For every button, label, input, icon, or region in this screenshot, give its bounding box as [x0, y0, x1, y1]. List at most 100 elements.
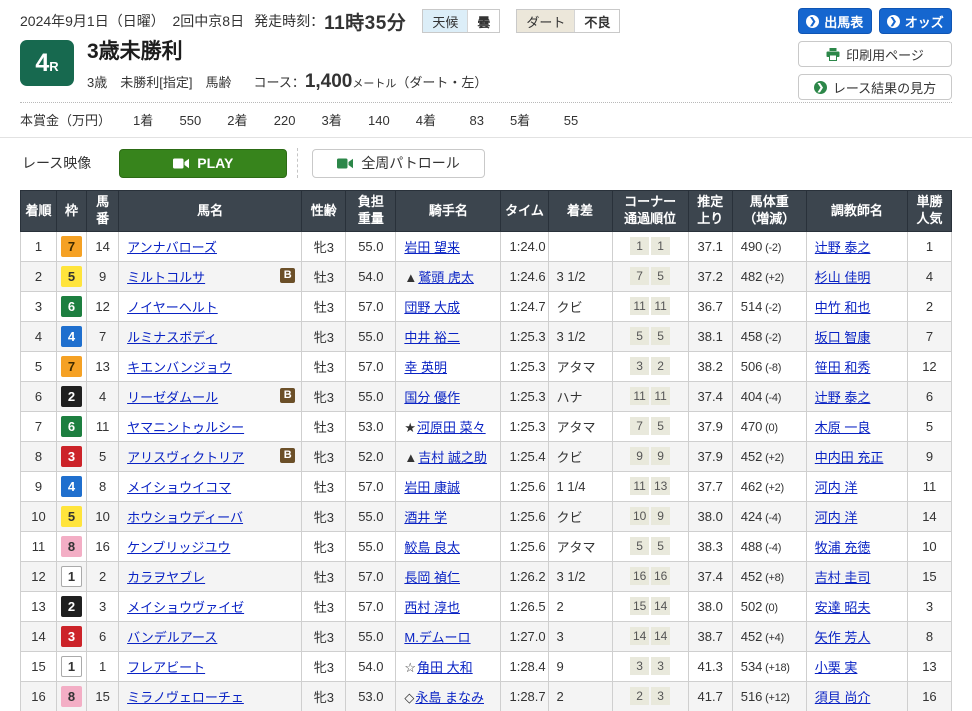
horse-name-cell: ケンブリッジユウ — [119, 531, 302, 561]
corner-position: 10 — [630, 507, 649, 525]
corner-order-cell: 1514 — [612, 591, 688, 621]
last-3f: 37.2 — [688, 261, 732, 291]
prize-pair: 4着83 — [416, 113, 484, 128]
trainer-link[interactable]: 須貝 尚介 — [815, 690, 871, 705]
patrol-video-button[interactable]: 全周パトロール — [312, 149, 484, 178]
horse-number: 7 — [87, 321, 119, 351]
jockey-link[interactable]: M.デムーロ — [404, 630, 470, 645]
horse-name-link[interactable]: ヤマニントゥルシー — [127, 420, 244, 435]
trainer-link[interactable]: 中内田 充正 — [815, 450, 884, 465]
jockey-mark: ☆ — [404, 660, 416, 675]
sex-age: 牝3 — [302, 531, 346, 561]
course-label: コース： — [253, 72, 304, 91]
trainer-link[interactable]: 小栗 実 — [815, 660, 858, 675]
win-favorite: 9 — [907, 441, 951, 471]
jockey-link[interactable]: 岩田 康誠 — [404, 480, 460, 495]
jockey-link[interactable]: 長岡 禎仁 — [404, 570, 460, 585]
trainer-cell: 杉山 佳明 — [806, 261, 907, 291]
jockey-link[interactable]: 永島 まなみ — [415, 690, 484, 705]
jockey-link[interactable]: 国分 優作 — [404, 390, 460, 405]
play-button[interactable]: PLAY — [119, 149, 287, 178]
trainer-link[interactable]: 坂口 智康 — [815, 330, 871, 345]
track-label: ダート — [517, 10, 574, 32]
column-header: 馬体重 （増減） — [732, 191, 806, 232]
trainer-link[interactable]: 杉山 佳明 — [815, 270, 871, 285]
odds-button[interactable]: ❯ オッズ — [879, 8, 953, 34]
jockey-cell: 国分 優作 — [396, 381, 501, 411]
trainer-link[interactable]: 牧浦 充徳 — [815, 540, 871, 555]
corner-position: 9 — [651, 447, 670, 465]
trainer-link[interactable]: 笹田 和秀 — [815, 360, 871, 375]
jockey-link[interactable]: 鮫島 良太 — [404, 540, 460, 555]
body-weight-cell: 452 (+2) — [732, 441, 806, 471]
horse-name-link[interactable]: ホウショウディーバ — [127, 510, 243, 525]
jockey-link[interactable]: 中井 裕二 — [404, 330, 460, 345]
table-row: 1511フレアビート牝354.0☆角田 大和1:28.493341.3534 (… — [21, 651, 952, 681]
result-guide-button[interactable]: ❯ レース結果の見方 — [798, 74, 952, 100]
print-page-button[interactable]: 印刷用ページ — [798, 41, 952, 67]
frame-number: 3 — [61, 626, 82, 647]
horse-name-link[interactable]: メイショウヴァイゼ — [127, 600, 244, 615]
prize-place: 2着 — [227, 113, 247, 128]
frame-number: 6 — [61, 296, 82, 317]
trainer-link[interactable]: 安達 昭夫 — [815, 600, 871, 615]
prize-place: 5着 — [510, 113, 530, 128]
prize-pair: 2着220 — [227, 113, 295, 128]
result-place: 9 — [21, 471, 57, 501]
race-number-suffix: R — [49, 59, 58, 74]
horse-name-link[interactable]: ケンブリッジユウ — [127, 540, 230, 555]
trainer-link[interactable]: 矢作 芳人 — [815, 630, 871, 645]
body-weight: 404 — [741, 389, 763, 404]
horse-name-link[interactable]: フレアビート — [127, 660, 205, 675]
horse-name-link[interactable]: ミルトコルサ — [127, 270, 205, 285]
margin — [548, 231, 612, 261]
finish-time: 1:24.6 — [501, 261, 548, 291]
horse-number: 13 — [87, 351, 119, 381]
horse-name-cell: メイショウヴァイゼ — [119, 591, 302, 621]
frame-cell: 8 — [57, 681, 87, 711]
horse-name-link[interactable]: ノイヤーヘルト — [127, 300, 218, 315]
body-weight-cell: 488 (-4) — [732, 531, 806, 561]
horse-name-link[interactable]: アリスヴィクトリア — [127, 450, 244, 465]
corner-position: 11 — [651, 297, 670, 315]
video-camera-icon — [337, 158, 353, 169]
jockey-link[interactable]: 西村 淳也 — [404, 600, 460, 615]
trainer-cell: 中内田 充正 — [806, 441, 907, 471]
win-favorite: 15 — [907, 561, 951, 591]
horse-name-link[interactable]: ルミナスボディ — [127, 330, 217, 345]
trainer-link[interactable]: 吉村 圭司 — [815, 570, 871, 585]
horse-number: 5 — [87, 441, 119, 471]
trainer-link[interactable]: 河内 洋 — [815, 510, 858, 525]
trainer-link[interactable]: 中竹 和也 — [815, 300, 871, 315]
trainer-link[interactable]: 辻野 泰之 — [815, 390, 871, 405]
trainer-link[interactable]: 河内 洋 — [815, 480, 858, 495]
horse-name-link[interactable]: カラヲヤブレ — [127, 570, 205, 585]
horse-name-link[interactable]: キエンバンジョウ — [127, 360, 232, 375]
weather-label: 天候 — [423, 10, 467, 32]
finish-time: 1:25.4 — [501, 441, 548, 471]
trainer-link[interactable]: 木原 一良 — [815, 420, 871, 435]
win-favorite: 11 — [907, 471, 951, 501]
win-favorite: 1 — [907, 231, 951, 261]
last-3f: 37.4 — [688, 381, 732, 411]
body-weight-diff: (-2) — [762, 302, 781, 314]
entries-button[interactable]: ❯ 出馬表 — [798, 8, 872, 34]
horse-name-link[interactable]: アンナバローズ — [127, 240, 217, 255]
jockey-link[interactable]: 鷲頭 虎太 — [418, 270, 474, 285]
jockey-link[interactable]: 幸 英明 — [404, 360, 447, 375]
trainer-link[interactable]: 辻野 泰之 — [815, 240, 871, 255]
jockey-link[interactable]: 団野 大成 — [404, 300, 460, 315]
sex-age: 牝3 — [302, 441, 346, 471]
corner-position: 2 — [651, 357, 670, 375]
jockey-link[interactable]: 岩田 望来 — [404, 240, 460, 255]
jockey-link[interactable]: 角田 大和 — [417, 660, 473, 675]
jockey-link[interactable]: 吉村 誠之助 — [418, 450, 487, 465]
jockey-link[interactable]: 河原田 菜々 — [417, 420, 486, 435]
horse-name-link[interactable]: リーゼダムール — [127, 390, 218, 405]
horse-name-link[interactable]: メイショウイコマ — [127, 480, 231, 495]
horse-name-link[interactable]: バンデルアース — [127, 630, 217, 645]
last-3f: 38.1 — [688, 321, 732, 351]
horse-name-link[interactable]: ミラノヴェローチェ — [127, 690, 244, 705]
jockey-link[interactable]: 酒井 学 — [404, 510, 447, 525]
result-place: 15 — [21, 651, 57, 681]
